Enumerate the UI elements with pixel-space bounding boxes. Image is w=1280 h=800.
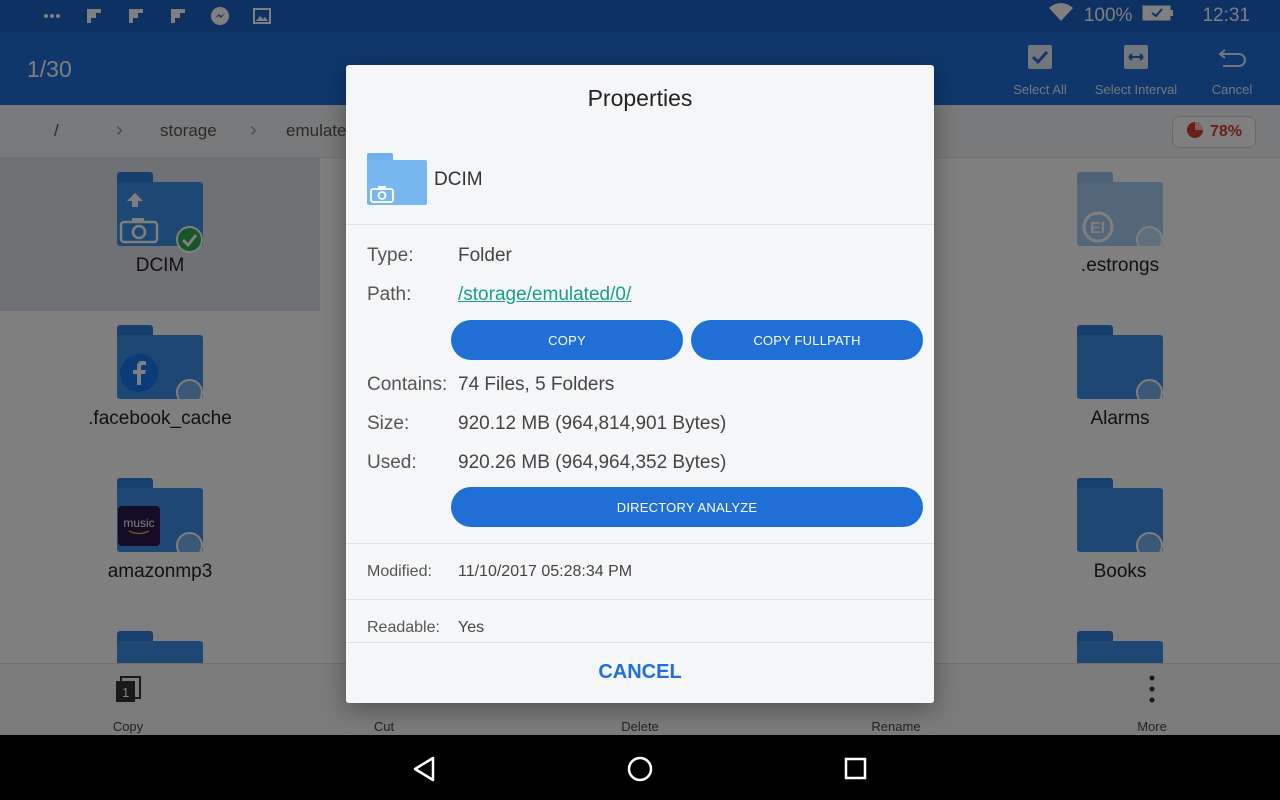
folder-icon	[367, 153, 427, 205]
type-label: Type:	[367, 245, 414, 266]
path-row: Path: /storage/emulated/0/	[367, 284, 631, 306]
home-icon[interactable]	[626, 755, 654, 783]
divider	[346, 543, 934, 544]
size-row: Size: 920.12 MB (964,814,901 Bytes)	[367, 413, 726, 435]
cancel-button[interactable]: CANCEL	[346, 661, 934, 684]
navigation-bar	[0, 735, 1280, 800]
type-row: Type: Folder	[367, 245, 512, 267]
modified-value: 11/10/2017 05:28:34 PM	[458, 563, 633, 580]
recents-icon[interactable]	[842, 755, 870, 783]
path-link[interactable]: /storage/emulated/0/	[458, 284, 631, 305]
type-value: Folder	[458, 245, 512, 266]
path-label: Path:	[367, 284, 412, 305]
contains-row: Contains: 74 Files, 5 Folders	[367, 374, 614, 396]
dialog-folder-name: DCIM	[434, 169, 483, 190]
dialog-title: Properties	[587, 85, 693, 111]
contains-label: Contains:	[367, 374, 448, 395]
readable-row: Readable: Yes	[367, 619, 484, 637]
dialog-file-header: DCIM	[346, 143, 934, 225]
readable-value: Yes	[458, 619, 485, 636]
used-value: 920.26 MB (964,964,352 Bytes)	[458, 452, 727, 473]
properties-dialog: Properties DCIM Type: Folder Path: /storag…	[346, 65, 934, 703]
modified-label: Modified:	[367, 563, 432, 580]
used-label: Used:	[367, 452, 417, 473]
dialog-footer: CANCEL	[346, 642, 934, 703]
modified-row: Modified: 11/10/2017 05:28:34 PM	[367, 563, 632, 581]
back-icon[interactable]	[411, 755, 439, 783]
size-value: 920.12 MB (964,814,901 Bytes)	[458, 413, 727, 434]
size-label: Size:	[367, 413, 410, 434]
copy-path-button[interactable]: COPY	[451, 320, 683, 360]
used-row: Used: 920.26 MB (964,964,352 Bytes)	[367, 452, 726, 474]
readable-label: Readable:	[367, 619, 440, 636]
copy-fullpath-button[interactable]: COPY FULLPATH	[691, 320, 923, 360]
contains-value: 74 Files, 5 Folders	[458, 374, 615, 395]
camera-icon	[370, 185, 394, 208]
divider	[346, 599, 934, 600]
directory-analyze-button[interactable]: DIRECTORY ANALYZE	[451, 487, 923, 527]
